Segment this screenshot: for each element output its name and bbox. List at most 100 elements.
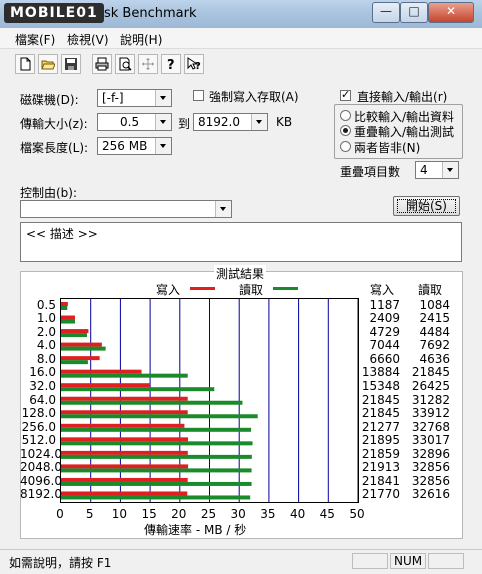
bar-chart	[61, 299, 359, 502]
write-value: 21859	[361, 446, 400, 461]
transfer-size-unit: KB	[276, 115, 293, 129]
controlled-by-select[interactable]	[20, 200, 232, 218]
read-value: 32856	[411, 473, 450, 488]
y-tick-label: 2048.0	[20, 460, 62, 475]
app-logo: MOBILE01	[4, 3, 104, 23]
print-preview-icon[interactable]	[115, 54, 135, 74]
y-tick-label: 64.0	[29, 392, 56, 407]
y-tick-label: 4096.0	[20, 473, 62, 488]
legend-write-swatch	[190, 287, 215, 290]
title-bar[interactable]: MOBILE01 sk Benchmark — □ ✕	[0, 0, 482, 29]
help-icon[interactable]: ?	[161, 54, 181, 74]
menu-help[interactable]: 說明(H)	[120, 31, 162, 48]
write-value: 2409	[369, 311, 400, 326]
read-value: 4636	[419, 351, 450, 366]
radio-compare-io[interactable]	[340, 110, 351, 121]
read-bar	[61, 400, 243, 405]
write-bar	[61, 396, 188, 401]
save-icon[interactable]	[61, 54, 81, 74]
read-value: 32896	[411, 446, 450, 461]
read-value: 31282	[411, 392, 450, 407]
start-button-label: 開始(S)	[406, 199, 447, 213]
write-value: 21913	[361, 460, 400, 475]
y-tick-label: 16.0	[29, 365, 56, 380]
x-tick-label: 10	[111, 507, 128, 521]
write-bar	[61, 477, 188, 482]
y-tick-label: 1024.0	[20, 446, 62, 461]
read-value: 32856	[411, 460, 450, 475]
queue-depth-select[interactable]: 4	[415, 161, 459, 179]
description-box[interactable]: << 描述 >>	[20, 222, 462, 262]
write-bar	[61, 450, 188, 455]
transfer-rate-chart	[60, 298, 359, 503]
file-length-select[interactable]: 256 MB	[97, 137, 172, 155]
legend-read-label: 讀取	[239, 283, 264, 297]
context-help-icon[interactable]: ?	[184, 54, 204, 74]
direct-io-label: 直接輸入/輸出(r)	[357, 90, 448, 104]
print-icon[interactable]	[92, 54, 112, 74]
x-tick-label: 35	[260, 507, 276, 521]
radio-overlapped-io[interactable]	[340, 125, 351, 136]
write-value: 21895	[361, 433, 400, 448]
force-write-checkbox[interactable]	[193, 90, 204, 101]
col-read-header: 讀取	[418, 283, 443, 297]
read-bar	[61, 306, 68, 310]
write-value: 15348	[361, 378, 400, 393]
x-tick-label: 20	[171, 507, 187, 521]
transfer-size-to-label: 到	[178, 117, 191, 131]
radio-neither[interactable]	[340, 141, 351, 152]
write-value: 21845	[361, 392, 400, 407]
queue-depth-label: 重疊項目數	[340, 165, 401, 179]
menu-view[interactable]: 檢視(V)	[67, 31, 109, 48]
open-icon[interactable]	[38, 54, 58, 74]
close-button[interactable]: ✕	[428, 2, 474, 23]
x-tick-label: 15	[141, 507, 157, 521]
read-bar	[61, 414, 258, 419]
write-bar	[61, 356, 100, 361]
direct-io-checkbox[interactable]	[340, 88, 351, 101]
read-value: 7692	[419, 338, 450, 353]
maximize-button[interactable]: □	[400, 2, 428, 23]
read-bar	[61, 333, 88, 338]
status-bar: 如需說明，請按 F1 NUM	[0, 549, 482, 574]
write-value: 21277	[361, 419, 400, 434]
read-value: 4484	[419, 324, 450, 339]
drive-value: [-f-]	[102, 91, 124, 105]
transfer-size-label: 傳輸大小(z):	[20, 117, 88, 131]
write-value: 6660	[369, 351, 400, 366]
status-panel-3	[428, 553, 464, 569]
transfer-size-from-value: 0.5	[120, 115, 140, 129]
write-value: 21845	[361, 406, 400, 421]
status-help-text: 如需說明，請按 F1	[9, 556, 112, 570]
start-button[interactable]: 開始(S)	[393, 196, 460, 216]
file-length-label: 檔案長度(L):	[20, 141, 89, 155]
drive-select[interactable]: [-f-]	[97, 89, 172, 107]
results-title: 測試結果	[214, 265, 267, 282]
read-value: 33912	[411, 406, 450, 421]
read-value: 21845	[411, 365, 450, 380]
write-bar	[61, 491, 188, 496]
write-bar	[61, 383, 151, 388]
new-icon[interactable]	[15, 54, 35, 74]
x-tick-label: 45	[319, 507, 335, 521]
menu-file[interactable]: 檔案(F)	[15, 31, 55, 48]
move-icon[interactable]	[138, 54, 158, 74]
chevron-down-icon	[155, 114, 171, 130]
write-bar	[61, 315, 75, 320]
drive-label: 磁碟機(D):	[20, 93, 79, 107]
read-value: 1084	[419, 297, 450, 312]
y-tick-label: 8.0	[36, 351, 56, 366]
y-tick-label: 8192.0	[20, 487, 62, 502]
write-value: 1187	[369, 297, 400, 312]
y-tick-label: 256.0	[21, 419, 56, 434]
chevron-down-icon	[442, 162, 458, 178]
minimize-button[interactable]: —	[372, 2, 400, 23]
read-bar	[61, 360, 88, 365]
transfer-size-to-select[interactable]: 8192.0	[193, 113, 268, 131]
transfer-size-from-select[interactable]: 0.5	[97, 113, 172, 131]
svg-text:?: ?	[195, 61, 201, 71]
legend-write-label: 寫入	[156, 283, 181, 297]
status-num: NUM	[390, 553, 426, 569]
legend-read-swatch	[273, 287, 298, 290]
y-tick-label: 32.0	[29, 378, 56, 393]
